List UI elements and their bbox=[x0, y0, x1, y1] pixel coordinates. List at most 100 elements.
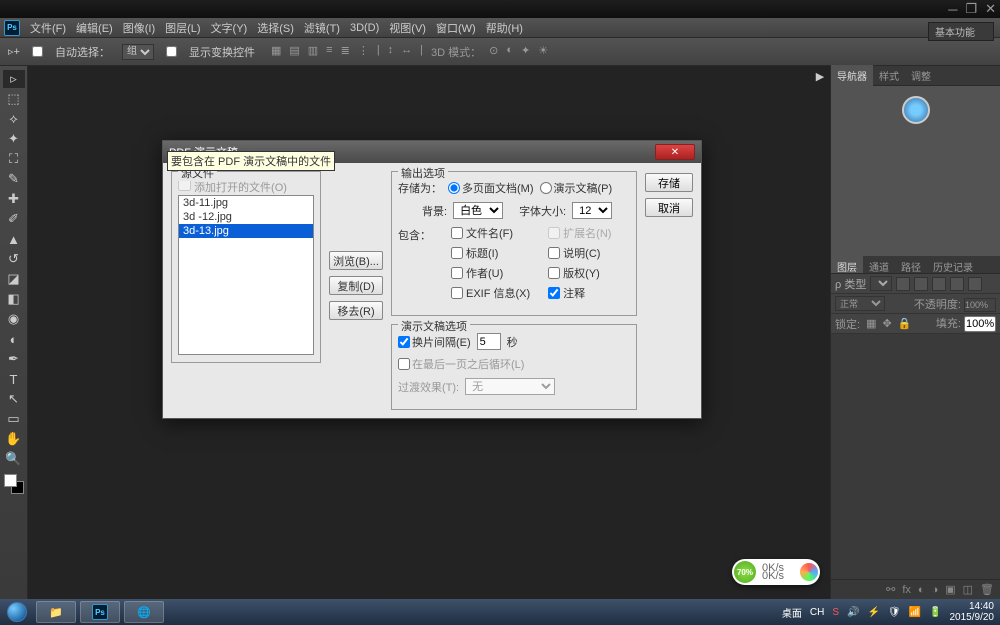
dialog-close-button[interactable]: ✕ bbox=[655, 144, 695, 160]
distribute-icon[interactable]: ⋮ bbox=[358, 44, 369, 60]
3d-icon[interactable]: ⊙ bbox=[489, 44, 498, 60]
align-icon[interactable]: ▦ bbox=[271, 44, 281, 60]
align-icon[interactable]: ▤ bbox=[289, 44, 299, 60]
ime-indicator[interactable]: CH bbox=[810, 607, 824, 618]
tab-paths[interactable]: 路径 bbox=[895, 256, 927, 273]
file-list[interactable]: 3d-11.jpg 3d -12.jpg 3d-13.jpg bbox=[178, 195, 314, 355]
tray-icon[interactable]: 📶 bbox=[909, 607, 921, 618]
heal-tool[interactable]: ✚ bbox=[3, 190, 25, 208]
3d-icon[interactable]: ◐ bbox=[506, 44, 513, 60]
chk-exif[interactable] bbox=[451, 287, 463, 299]
menu-file[interactable]: 文件(F) bbox=[26, 18, 70, 38]
chk-desc[interactable] bbox=[548, 247, 560, 259]
tray-icon[interactable]: 🔊 bbox=[847, 607, 859, 618]
dodge-tool[interactable]: ◐ bbox=[3, 330, 25, 348]
type-tool[interactable]: T bbox=[3, 370, 25, 388]
filter-shape-icon[interactable] bbox=[950, 277, 964, 291]
tab-channels[interactable]: 通道 bbox=[863, 256, 895, 273]
list-item[interactable]: 3d -12.jpg bbox=[179, 210, 313, 224]
show-transform-checkbox[interactable] bbox=[166, 46, 177, 57]
timeline-play-icon[interactable]: ▶ bbox=[810, 66, 830, 86]
menu-image[interactable]: 图像(I) bbox=[119, 18, 159, 38]
save-button[interactable]: 存储 bbox=[645, 173, 693, 192]
fill-input[interactable] bbox=[964, 316, 996, 332]
gradient-tool[interactable]: ◧ bbox=[3, 290, 25, 308]
tray-icon[interactable]: 🔋 bbox=[929, 607, 941, 618]
3d-icon[interactable]: ☀ bbox=[538, 44, 548, 60]
clock-date[interactable]: 2015/9/20 bbox=[950, 612, 995, 623]
menu-3d[interactable]: 3D(D) bbox=[346, 20, 383, 36]
loop-checkbox[interactable] bbox=[398, 358, 410, 370]
lock-pixels-icon[interactable]: ▦ bbox=[866, 317, 876, 330]
tab-history[interactable]: 历史记录 bbox=[927, 256, 979, 273]
auto-select-mode[interactable]: 组 bbox=[122, 44, 154, 60]
mask-icon[interactable]: ◐ bbox=[918, 584, 925, 596]
duplicate-button[interactable]: 复制(D) bbox=[329, 276, 383, 295]
color-swatches[interactable] bbox=[4, 474, 24, 494]
lasso-tool[interactable]: ⟡ bbox=[3, 110, 25, 128]
tab-navigator[interactable]: 导航器 bbox=[831, 65, 873, 86]
menu-window[interactable]: 窗口(W) bbox=[432, 18, 480, 38]
lock-all-icon[interactable]: 🔒 bbox=[898, 317, 912, 330]
close-icon[interactable]: ✕ bbox=[985, 1, 996, 17]
menu-layer[interactable]: 图层(L) bbox=[161, 18, 204, 38]
minimize-icon[interactable]: ─ bbox=[948, 2, 957, 17]
list-item[interactable]: 3d-11.jpg bbox=[179, 196, 313, 210]
eyedropper-tool[interactable]: ✎ bbox=[3, 170, 25, 188]
fx-icon[interactable]: fx bbox=[902, 584, 911, 596]
menu-type[interactable]: 文字(Y) bbox=[207, 18, 252, 38]
advance-checkbox[interactable] bbox=[398, 336, 410, 348]
move-tool[interactable]: ▹ bbox=[3, 70, 25, 88]
background-select[interactable]: 白色 bbox=[453, 202, 503, 219]
start-button[interactable] bbox=[0, 599, 34, 625]
tray-icon[interactable]: ⚡ bbox=[867, 607, 879, 618]
filter-select[interactable] bbox=[870, 276, 892, 291]
filter-pixel-icon[interactable] bbox=[896, 277, 910, 291]
chk-note[interactable] bbox=[548, 287, 560, 299]
multipage-radio[interactable] bbox=[448, 182, 460, 194]
3d-icon[interactable]: ✦ bbox=[521, 44, 530, 60]
auto-select-checkbox[interactable] bbox=[32, 46, 43, 57]
brush-tool[interactable]: ✐ bbox=[3, 210, 25, 228]
lock-position-icon[interactable]: ✥ bbox=[882, 317, 891, 330]
filter-type-icon[interactable] bbox=[932, 277, 946, 291]
chk-filename[interactable] bbox=[451, 227, 463, 239]
adjust-icon[interactable]: ◑ bbox=[932, 584, 939, 596]
shape-tool[interactable]: ▭ bbox=[3, 410, 25, 428]
desktop-label[interactable]: 桌面 bbox=[782, 605, 802, 620]
eraser-tool[interactable]: ◪ bbox=[3, 270, 25, 288]
path-tool[interactable]: ↖ bbox=[3, 390, 25, 408]
task-browser[interactable]: 🌐 bbox=[124, 601, 164, 623]
zoom-tool[interactable]: 🔍 bbox=[3, 450, 25, 468]
presentation-radio[interactable] bbox=[540, 182, 552, 194]
menu-edit[interactable]: 编辑(E) bbox=[72, 18, 117, 38]
distribute-icon[interactable]: ≡ bbox=[326, 44, 332, 60]
blend-mode-select[interactable]: 正常 bbox=[835, 296, 885, 311]
menu-select[interactable]: 选择(S) bbox=[253, 18, 298, 38]
new-layer-icon[interactable]: ◫ bbox=[963, 583, 973, 596]
workspace-preset[interactable]: 基本功能 bbox=[928, 22, 994, 41]
task-photoshop[interactable]: Ps bbox=[80, 601, 120, 623]
distribute-icon[interactable]: ≣ bbox=[341, 44, 350, 60]
wand-tool[interactable]: ✦ bbox=[3, 130, 25, 148]
trash-icon[interactable]: 🗑 bbox=[980, 583, 994, 596]
task-explorer[interactable]: 📁 bbox=[36, 601, 76, 623]
tab-adjustments[interactable]: 调整 bbox=[905, 65, 937, 86]
filter-adjust-icon[interactable] bbox=[914, 277, 928, 291]
arrange-icon[interactable]: ↕ bbox=[388, 44, 394, 60]
clock-time[interactable]: 14:40 bbox=[969, 601, 994, 612]
stamp-tool[interactable]: ▲ bbox=[3, 230, 25, 248]
filter-smart-icon[interactable] bbox=[968, 277, 982, 291]
chk-author[interactable] bbox=[451, 267, 463, 279]
arrange-icon[interactable]: ↔ bbox=[401, 44, 412, 60]
chk-copy[interactable] bbox=[548, 267, 560, 279]
browse-button[interactable]: 浏览(B)... bbox=[329, 251, 383, 270]
group-icon[interactable]: ▣ bbox=[945, 583, 955, 596]
crop-tool[interactable]: ⛶ bbox=[3, 150, 25, 168]
maximize-icon[interactable]: ❐ bbox=[965, 1, 977, 17]
fontsize-select[interactable]: 12 bbox=[572, 202, 612, 219]
menu-view[interactable]: 视图(V) bbox=[385, 18, 430, 38]
align-icon[interactable]: ▥ bbox=[308, 44, 318, 60]
tab-styles[interactable]: 样式 bbox=[873, 65, 905, 86]
network-badge[interactable]: 70% 0K/s0K/s bbox=[732, 559, 820, 585]
